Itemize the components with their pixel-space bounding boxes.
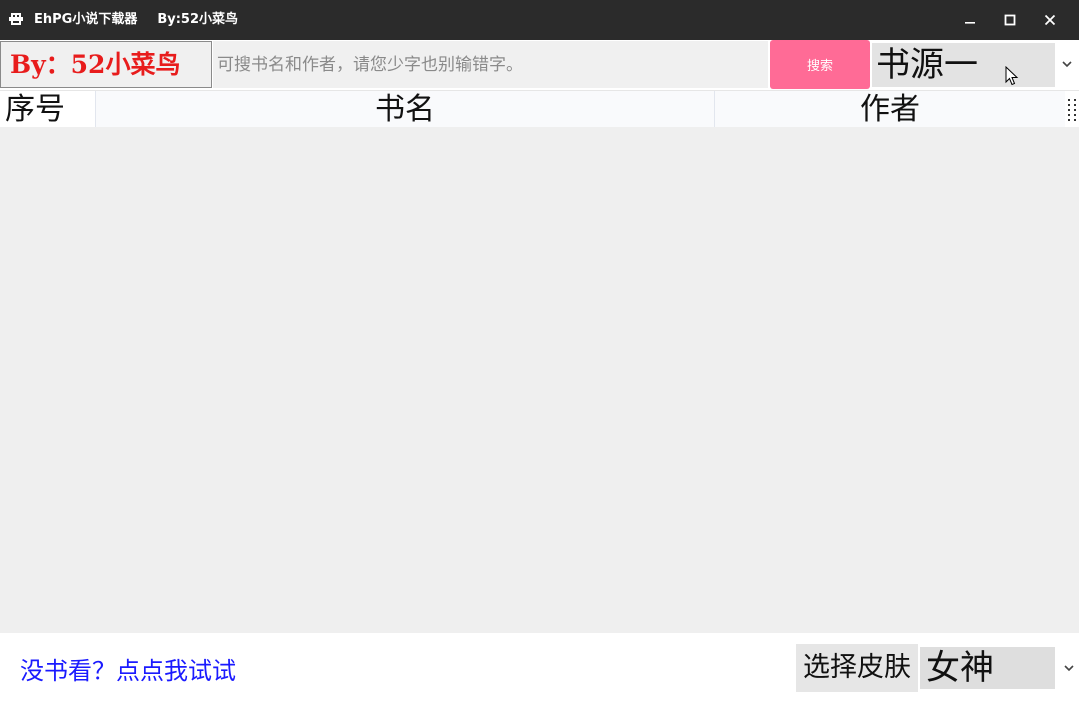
results-table-header: 序号 书名 作者 <box>0 90 1079 127</box>
app-icon <box>9 13 23 25</box>
skin-label: 选择皮肤 <box>796 644 918 692</box>
column-header-author[interactable]: 作者 <box>715 91 1065 127</box>
window-title: EhPG小说下载器 <box>34 12 138 27</box>
window-subtitle: By:52小菜鸟 <box>157 12 239 27</box>
column-header-title[interactable]: 书名 <box>96 91 714 127</box>
search-button[interactable]: 搜索 <box>770 40 870 89</box>
mouse-cursor-icon <box>1005 66 1019 86</box>
minimize-icon <box>965 22 975 24</box>
minimize-button[interactable] <box>950 0 990 40</box>
chevron-down-icon <box>1064 665 1074 672</box>
results-table-body[interactable] <box>0 127 1079 633</box>
brand-label: By：52小菜鸟 <box>0 41 212 88</box>
title-bar[interactable]: EhPG小说下载器 By:52小菜鸟 <box>0 0 1079 40</box>
close-icon <box>1044 14 1056 26</box>
maximize-button[interactable] <box>990 0 1030 40</box>
window-title-area: EhPG小说下载器 By:52小菜鸟 <box>34 0 238 40</box>
skin-select[interactable]: 女神 <box>920 644 1079 692</box>
chevron-down-icon <box>1062 61 1072 68</box>
skin-select-value: 女神 <box>920 647 1055 689</box>
close-button[interactable] <box>1030 0 1070 40</box>
random-book-link[interactable]: 没书看？点点我试试 <box>20 651 236 686</box>
app-window: EhPG小说下载器 By:52小菜鸟 By：52小菜鸟 搜索 书源一 <box>0 0 1079 709</box>
search-toolbar: By：52小菜鸟 搜索 书源一 <box>0 40 1079 90</box>
book-source-select[interactable]: 书源一 <box>872 43 1079 87</box>
column-resize-grip-icon[interactable] <box>1066 97 1079 125</box>
column-header-index[interactable]: 序号 <box>0 91 95 127</box>
maximize-icon <box>1004 14 1016 26</box>
book-source-value: 书源一 <box>872 43 1055 87</box>
search-input[interactable] <box>213 41 768 88</box>
footer-bar: 没书看？点点我试试 选择皮肤 女神 <box>0 633 1079 709</box>
